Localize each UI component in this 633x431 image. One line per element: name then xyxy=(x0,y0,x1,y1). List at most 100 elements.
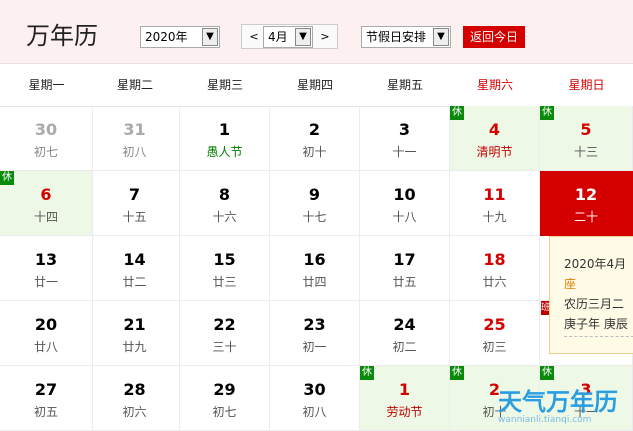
day-cell[interactable]: 24 初二 xyxy=(360,301,450,366)
day-cell[interactable]: 23 初一 xyxy=(270,301,360,366)
day-cell-today[interactable]: 12 二十 xyxy=(540,171,633,236)
lunar-date: 初八 xyxy=(302,405,327,419)
weekday-label: 星期四 xyxy=(296,78,333,92)
day-number: 24 xyxy=(393,315,416,334)
lunar-date: 初七 xyxy=(212,405,237,419)
day-cell[interactable]: 30 初七 xyxy=(0,106,93,171)
popup-constellation: 座 xyxy=(564,277,577,291)
back-to-today-button[interactable]: 返回今日 xyxy=(463,26,525,48)
year-select[interactable]: 2020年 ▼ xyxy=(140,26,220,48)
lunar-date: 十七 xyxy=(302,210,327,224)
lunar-date: 廿五 xyxy=(392,275,417,289)
lunar-date: 十五 xyxy=(122,210,147,224)
day-cell[interactable]: 9 十七 xyxy=(270,171,360,236)
day-cell[interactable]: 14 廿二 xyxy=(90,236,180,301)
day-cell[interactable]: 15 廿三 xyxy=(180,236,270,301)
day-number: 25 xyxy=(483,315,506,334)
month-select[interactable]: 4月 ▼ xyxy=(263,26,313,48)
day-cell[interactable]: 22 三十 xyxy=(180,301,270,366)
day-cell[interactable]: 27 初五 xyxy=(0,366,93,431)
rest-day-badge: 休 xyxy=(450,366,464,380)
day-number: 18 xyxy=(483,250,506,269)
weekday-label: 星期日 xyxy=(568,78,605,92)
day-number: 30 xyxy=(34,120,58,139)
day-number: 3 xyxy=(398,120,411,139)
month-select-value: 4月 xyxy=(268,30,288,44)
day-number: 21 xyxy=(123,315,146,334)
day-cell[interactable]: 休 6 十四 xyxy=(0,171,93,236)
day-cell[interactable]: 29 初七 xyxy=(180,366,270,431)
day-number: 5 xyxy=(580,120,592,139)
lunar-date: 十九 xyxy=(482,210,507,224)
weekday-label: 星期三 xyxy=(206,78,243,92)
day-cell[interactable]: 2 初十 xyxy=(270,106,360,171)
day-number: 14 xyxy=(123,250,146,269)
day-number: 16 xyxy=(303,250,326,269)
day-number: 30 xyxy=(303,380,326,399)
holiday-select[interactable]: 节假日安排 ▼ xyxy=(361,26,451,48)
popup-divider xyxy=(564,336,633,337)
chevron-down-icon[interactable]: ▼ xyxy=(202,28,218,46)
lunar-date: 初三 xyxy=(482,340,507,354)
day-cell[interactable]: 7 十五 xyxy=(90,171,180,236)
prev-month-button[interactable]: < xyxy=(244,27,264,46)
day-cell[interactable]: 10 十八 xyxy=(360,171,450,236)
day-number: 8 xyxy=(218,185,231,204)
day-number: 1 xyxy=(398,380,411,399)
day-cell[interactable]: 16 廿四 xyxy=(270,236,360,301)
day-cell[interactable]: 3 十一 xyxy=(360,106,450,171)
lunar-date: 初二 xyxy=(392,340,417,354)
day-cell[interactable]: 休 5 十三 xyxy=(540,106,633,171)
day-cell[interactable]: 20 廿八 xyxy=(0,301,93,366)
year-select-value: 2020年 xyxy=(145,30,188,44)
festival-label: 劳动节 xyxy=(386,405,423,419)
lunar-date: 十一 xyxy=(392,145,417,159)
day-number: 13 xyxy=(34,250,58,269)
popup-lunar-date: 农历三月二 xyxy=(564,297,625,311)
day-cell[interactable]: 1 愚人节 xyxy=(180,106,270,171)
weekday-label: 星期二 xyxy=(116,78,153,92)
holiday-select-value: 节假日安排 xyxy=(366,30,427,44)
date-detail-popup: 2020年4月 座 农历三月二 庚子年 庚辰 xyxy=(549,236,633,354)
next-month-button[interactable]: > xyxy=(315,27,335,46)
day-number: 29 xyxy=(213,380,236,399)
day-cell[interactable]: 17 廿五 xyxy=(360,236,450,301)
chevron-down-icon[interactable]: ▼ xyxy=(295,28,311,46)
popup-date: 2020年4月 xyxy=(564,257,627,271)
day-cell[interactable]: 休 4 清明节 xyxy=(450,106,540,171)
day-cell[interactable]: 8 十六 xyxy=(180,171,270,236)
lunar-date: 十三 xyxy=(573,145,598,159)
lunar-date: 十八 xyxy=(392,210,417,224)
day-cell[interactable]: 30 初八 xyxy=(270,366,360,431)
calendar-header: 万年历 2020年 ▼ < > 4月 ▼ 节假日安排 ▼ 返回今日 xyxy=(0,0,633,64)
festival-label: 愚人节 xyxy=(206,145,243,159)
lunar-date: 廿三 xyxy=(212,275,237,289)
day-number: 15 xyxy=(213,250,236,269)
day-number: 9 xyxy=(308,185,321,204)
day-cell[interactable]: 11 十九 xyxy=(450,171,540,236)
watermark-logo: 天气万年历 wannianli.tianqi.com xyxy=(498,382,633,431)
chevron-down-icon[interactable]: ▼ xyxy=(433,28,449,46)
day-number: 6 xyxy=(40,185,52,204)
rest-day-badge: 休 xyxy=(450,106,464,120)
day-number: 10 xyxy=(393,185,416,204)
rest-day-badge: 休 xyxy=(540,366,554,380)
day-number: 2 xyxy=(308,120,321,139)
day-cell[interactable]: 13 廿一 xyxy=(0,236,93,301)
watermark-brand: 天气万年历 xyxy=(498,388,618,416)
day-cell[interactable]: 21 廿九 xyxy=(90,301,180,366)
page-title: 万年历 xyxy=(26,22,98,50)
day-number: 27 xyxy=(34,380,58,399)
lunar-date: 初五 xyxy=(33,405,58,419)
day-number: 20 xyxy=(34,315,58,334)
day-cell[interactable]: 28 初六 xyxy=(90,366,180,431)
day-cell[interactable]: 31 初八 xyxy=(90,106,180,171)
day-cell[interactable]: 25 初三 xyxy=(450,301,540,366)
weekday-label: 星期五 xyxy=(386,78,423,92)
day-number: 12 xyxy=(574,185,598,204)
lunar-date: 初十 xyxy=(302,145,327,159)
day-cell[interactable]: 18 廿六 xyxy=(450,236,540,301)
festival-label: 清明节 xyxy=(476,145,513,159)
day-cell[interactable]: 休 1 劳动节 xyxy=(360,366,450,431)
rest-day-badge: 休 xyxy=(0,171,14,185)
